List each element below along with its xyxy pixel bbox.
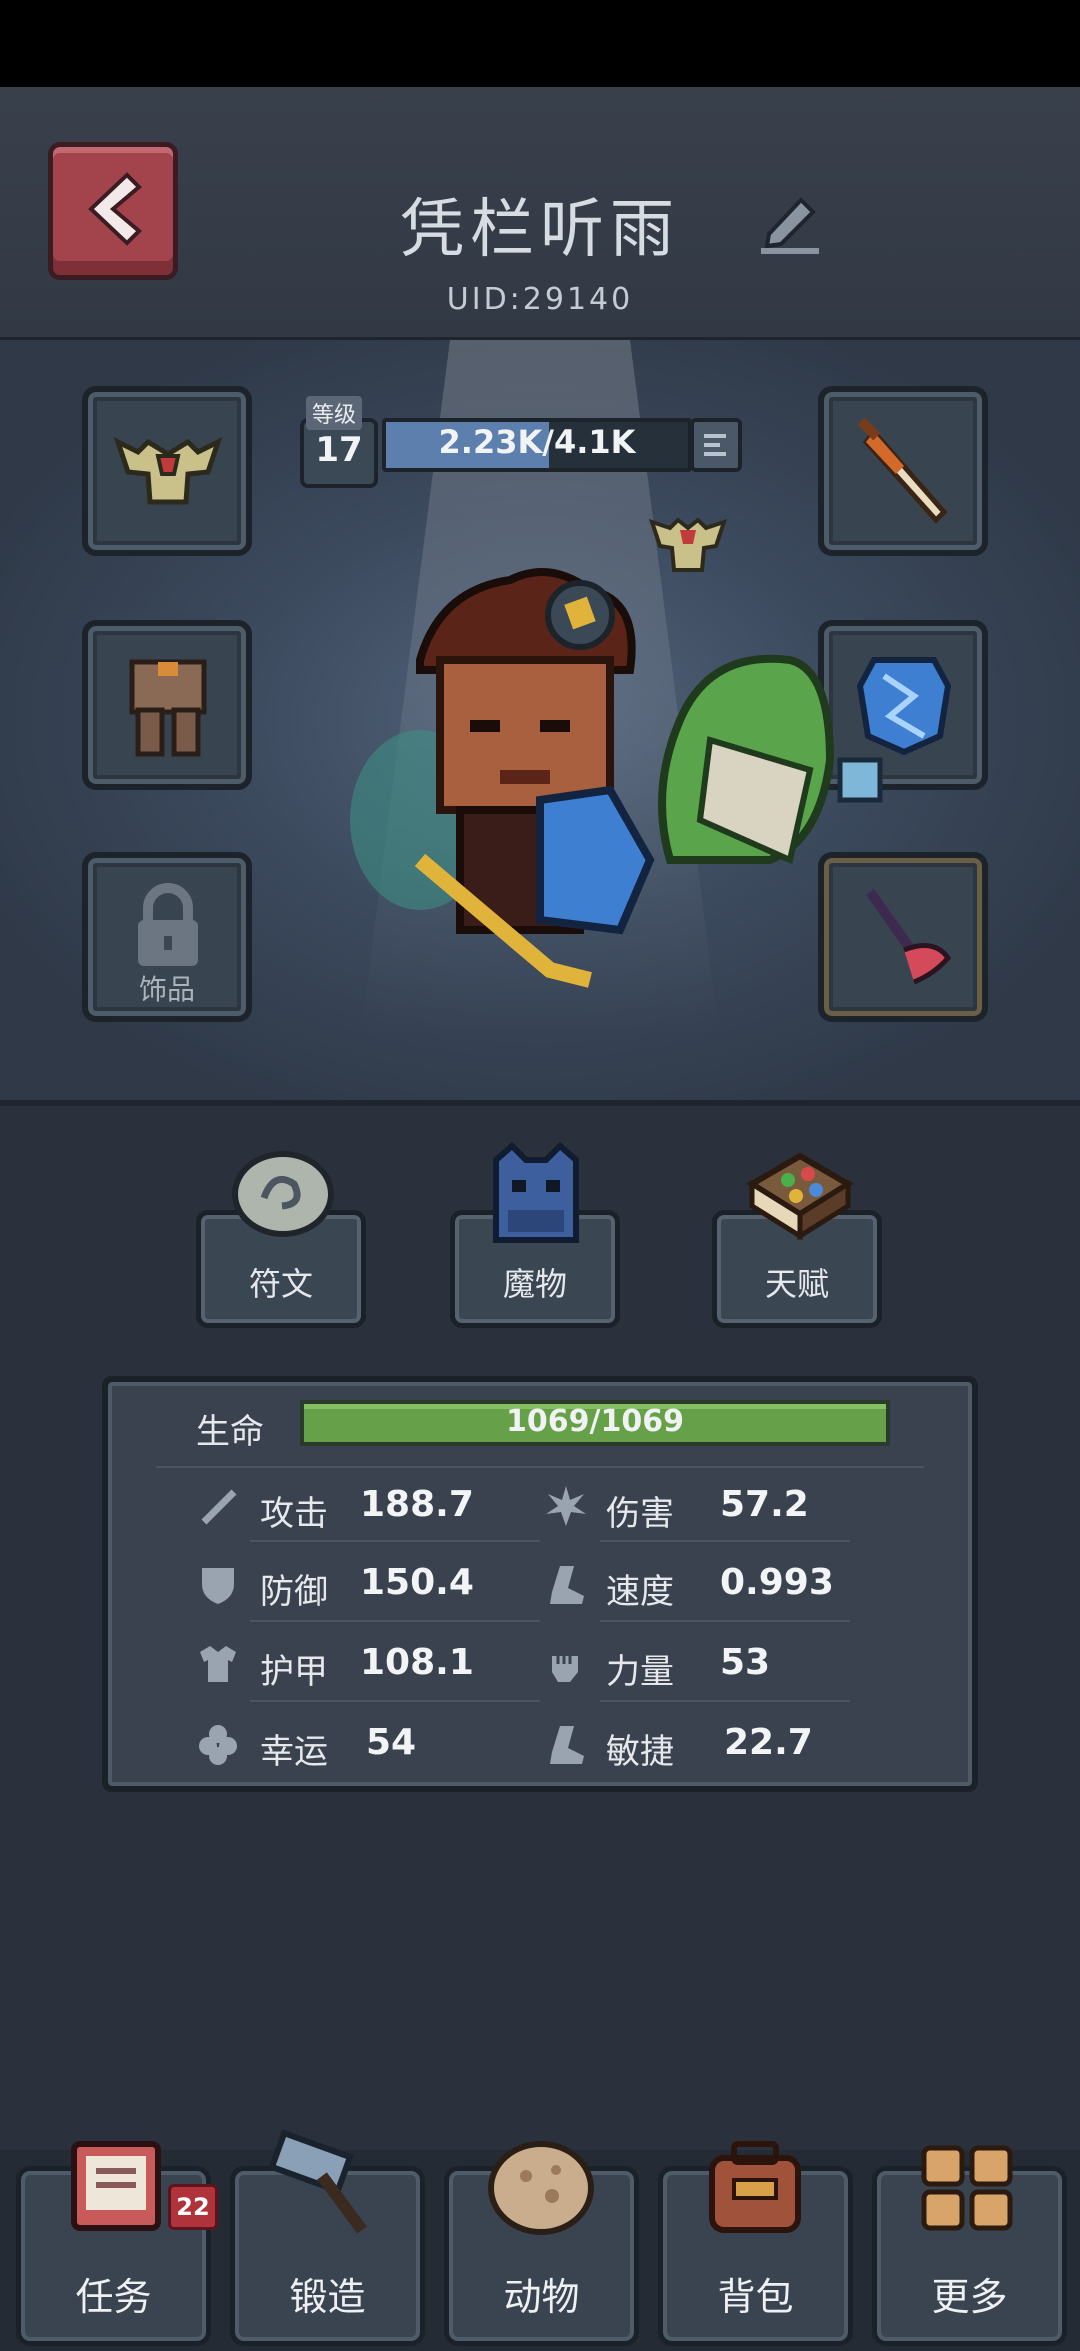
back-button[interactable]	[48, 142, 178, 280]
runes-label: 符文	[248, 1265, 313, 1303]
talent-book-icon	[746, 1152, 854, 1241]
divider	[600, 1620, 850, 1622]
level-tag: 等级	[306, 396, 363, 430]
hp-value: 1069/1069	[506, 1404, 684, 1439]
armor-slot[interactable]	[82, 620, 252, 790]
quest-book-icon	[71, 2141, 161, 2231]
rune-stone-icon	[232, 1151, 334, 1237]
sword-icon	[201, 1489, 237, 1525]
player-name: 凭栏听雨	[400, 193, 680, 267]
stat-name-armor: 护甲	[260, 1652, 328, 1692]
divider	[250, 1620, 540, 1622]
stat-name-damage: 伤害	[606, 1494, 674, 1534]
stat-value-damage: 57.2	[720, 1484, 809, 1525]
talents-label: 天赋	[764, 1265, 829, 1303]
helmet-icon	[113, 437, 223, 505]
egg-icon	[488, 2141, 594, 2235]
stat-name-defense: 防御	[260, 1572, 328, 1612]
stat-name-speed: 速度	[606, 1572, 674, 1612]
boot-icon	[550, 1566, 584, 1604]
sword-icon	[857, 417, 948, 524]
divider	[600, 1700, 850, 1702]
level-value: 17	[315, 430, 363, 470]
edit-name-icon[interactable]	[755, 188, 825, 262]
stat-value-agility: 22.7	[724, 1722, 813, 1763]
stat-name-attack: 攻击	[260, 1494, 328, 1534]
xp-detail-button[interactable]	[690, 418, 742, 472]
list-icon	[704, 434, 726, 456]
stat-name-strength: 力量	[606, 1652, 674, 1692]
hp-label: 生命	[196, 1412, 264, 1452]
stat-value-luck: 54	[366, 1722, 417, 1763]
quest-count-badge: 22	[168, 2184, 218, 2230]
weapon-slot[interactable]	[818, 386, 988, 556]
stat-value-strength: 53	[720, 1642, 771, 1683]
clover-icon	[199, 1725, 237, 1765]
character-sprite	[350, 568, 883, 988]
divider	[600, 1540, 850, 1542]
divider	[250, 1700, 540, 1702]
nav-more-label: 更多	[931, 2275, 1008, 2319]
hero-icon	[414, 568, 655, 988]
stat-value-attack: 188.7	[360, 1484, 474, 1525]
lock-icon	[138, 883, 198, 966]
mini-helmet-icon	[648, 517, 728, 572]
burst-icon	[546, 1486, 586, 1526]
leather-armor-icon	[129, 659, 207, 757]
nav-animals-label: 动物	[503, 2275, 580, 2319]
armor-icon	[200, 1646, 236, 1682]
stat-value-speed: 0.993	[720, 1562, 834, 1603]
monsters-label: 魔物	[502, 1265, 567, 1303]
helmet-slot[interactable]	[82, 386, 252, 556]
stat-name-luck: 幸运	[260, 1732, 328, 1772]
accessory-slot[interactable]: 饰品	[82, 852, 252, 1022]
nav-quests-label: 任务	[75, 2275, 152, 2319]
hammer-icon	[268, 2130, 367, 2234]
boot-icon	[550, 1726, 584, 1764]
chevron-left-icon	[88, 172, 142, 246]
divider	[250, 1540, 540, 1542]
fist-icon	[552, 1656, 578, 1682]
accessory-slot-label: 饰品	[138, 973, 195, 1006]
grid-menu-icon	[921, 2145, 1013, 2231]
badge-icon	[545, 580, 615, 650]
frog-pet-icon	[658, 654, 883, 865]
xp-text: 2.23K/4.1K	[438, 423, 636, 461]
player-uid: UID:29140	[446, 282, 634, 317]
stat-value-defense: 150.4	[360, 1562, 474, 1603]
nav-forge-label: 锻造	[289, 2275, 366, 2319]
nav-backpack-label: 背包	[717, 2275, 794, 2319]
divider	[156, 1466, 924, 1468]
backpack-icon	[709, 2141, 801, 2233]
status-bar	[0, 0, 1080, 87]
monster-icon	[493, 1141, 579, 1243]
stat-name-agility: 敏捷	[606, 1732, 674, 1772]
stat-value-armor: 108.1	[360, 1642, 474, 1683]
shield-icon	[202, 1568, 234, 1604]
